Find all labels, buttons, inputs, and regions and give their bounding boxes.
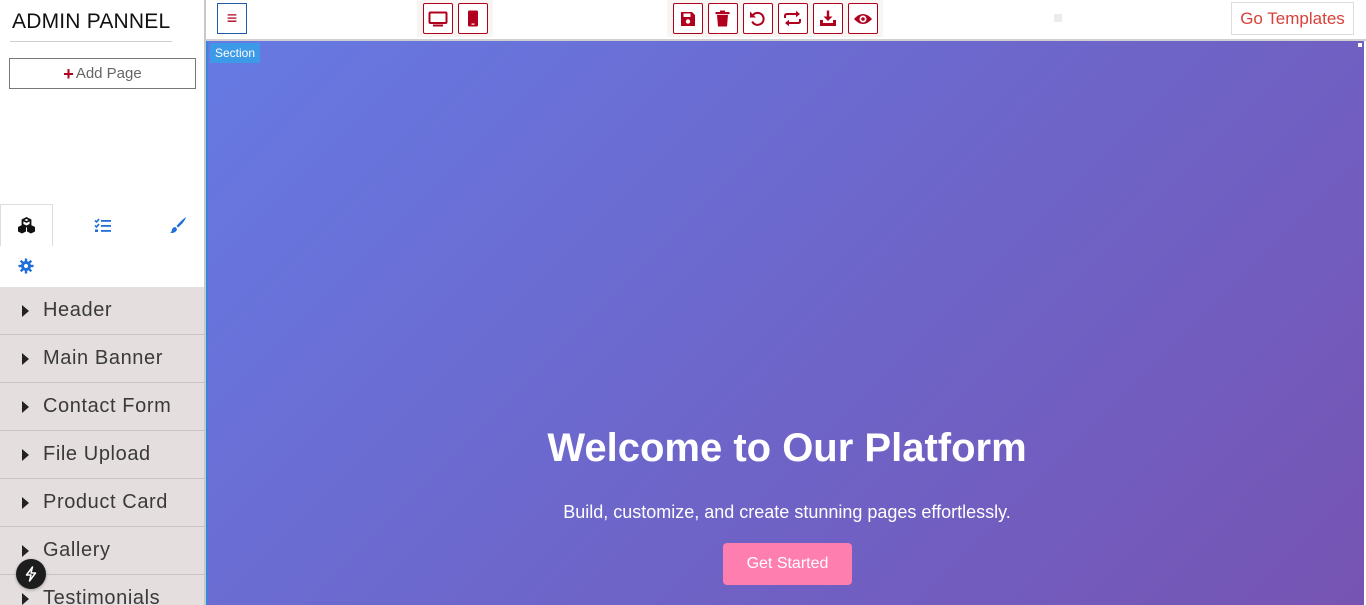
gear-icon [18, 258, 34, 274]
add-page-button[interactable]: + Add Page [9, 58, 196, 89]
caret-right-icon [22, 496, 29, 509]
brush-icon [169, 217, 186, 234]
tab-style-manager[interactable] [151, 204, 204, 246]
mobile-icon [467, 10, 478, 27]
block-category-label: Main Banner [43, 347, 163, 369]
preview-button[interactable] [847, 3, 878, 34]
block-category-product-card[interactable]: Product Card [0, 479, 204, 527]
block-category-label: Gallery [43, 539, 111, 561]
block-category-contact-form[interactable]: Contact Form [0, 383, 204, 431]
hero-title[interactable]: Welcome to Our Platform [208, 426, 1366, 471]
undo-button[interactable] [742, 3, 773, 34]
selected-component-badge: Section [210, 43, 261, 63]
block-category-label: File Upload [43, 443, 151, 465]
go-templates-button[interactable]: Go Templates [1231, 2, 1354, 35]
caret-right-icon [22, 592, 29, 605]
caret-right-icon [22, 400, 29, 413]
delete-button[interactable] [707, 3, 738, 34]
sidebar: ADMIN PANNEL + Add Page Header Main Bann… [0, 0, 206, 605]
get-started-button[interactable]: Get Started [723, 543, 852, 585]
resize-handle[interactable] [1358, 43, 1362, 47]
add-page-label: Add Page [75, 65, 142, 82]
tab-layers[interactable] [53, 204, 151, 246]
block-category-header[interactable]: Header [0, 287, 204, 335]
bolt-icon [25, 566, 37, 582]
caret-right-icon [22, 304, 29, 317]
panel-tabs [0, 204, 204, 246]
block-category-label: Product Card [43, 491, 169, 513]
plus-icon: + [63, 63, 74, 84]
block-category-main-banner[interactable]: Main Banner [0, 335, 204, 383]
editor-canvas[interactable]: Section Welcome to Our Platform Build, c… [206, 41, 1366, 605]
quick-action-button[interactable] [16, 559, 46, 589]
trash-icon [715, 10, 730, 27]
download-icon [819, 10, 836, 26]
desktop-view-button[interactable] [422, 3, 453, 34]
block-category-label: Header [43, 299, 113, 321]
save-button[interactable] [672, 3, 703, 34]
block-category-label: Testimonials [43, 587, 161, 605]
redo-icon [784, 10, 801, 27]
undo-icon [750, 11, 765, 26]
hero-subtitle[interactable]: Build, customize, and create stunning pa… [208, 502, 1366, 523]
tab-settings[interactable] [14, 255, 38, 277]
toolbar-indicator [1054, 14, 1062, 22]
caret-right-icon [22, 448, 29, 461]
layer-list-icon [93, 218, 111, 232]
redo-button[interactable] [777, 3, 808, 34]
brand-divider [10, 41, 172, 42]
block-category-list: Header Main Banner Contact Form File Upl… [0, 287, 204, 605]
editor-toolbar: ≡ Go Templates [206, 0, 1366, 41]
download-button[interactable] [812, 3, 843, 34]
brand-title: ADMIN PANNEL [12, 10, 171, 33]
block-category-file-upload[interactable]: File Upload [0, 431, 204, 479]
preview-icon [853, 13, 872, 24]
menu-toggle-button[interactable]: ≡ [217, 3, 247, 34]
desktop-icon [428, 11, 447, 26]
save-icon [680, 11, 695, 26]
hamburger-icon: ≡ [226, 8, 238, 28]
caret-right-icon [22, 352, 29, 365]
caret-right-icon [22, 544, 29, 557]
hero-section[interactable]: Section Welcome to Our Platform Build, c… [206, 41, 1364, 605]
blocks-icon [18, 217, 35, 234]
tab-blocks[interactable] [0, 204, 53, 246]
editor-actions [667, 0, 883, 37]
device-switcher [417, 0, 493, 37]
block-category-label: Contact Form [43, 395, 172, 417]
mobile-view-button[interactable] [457, 3, 488, 34]
